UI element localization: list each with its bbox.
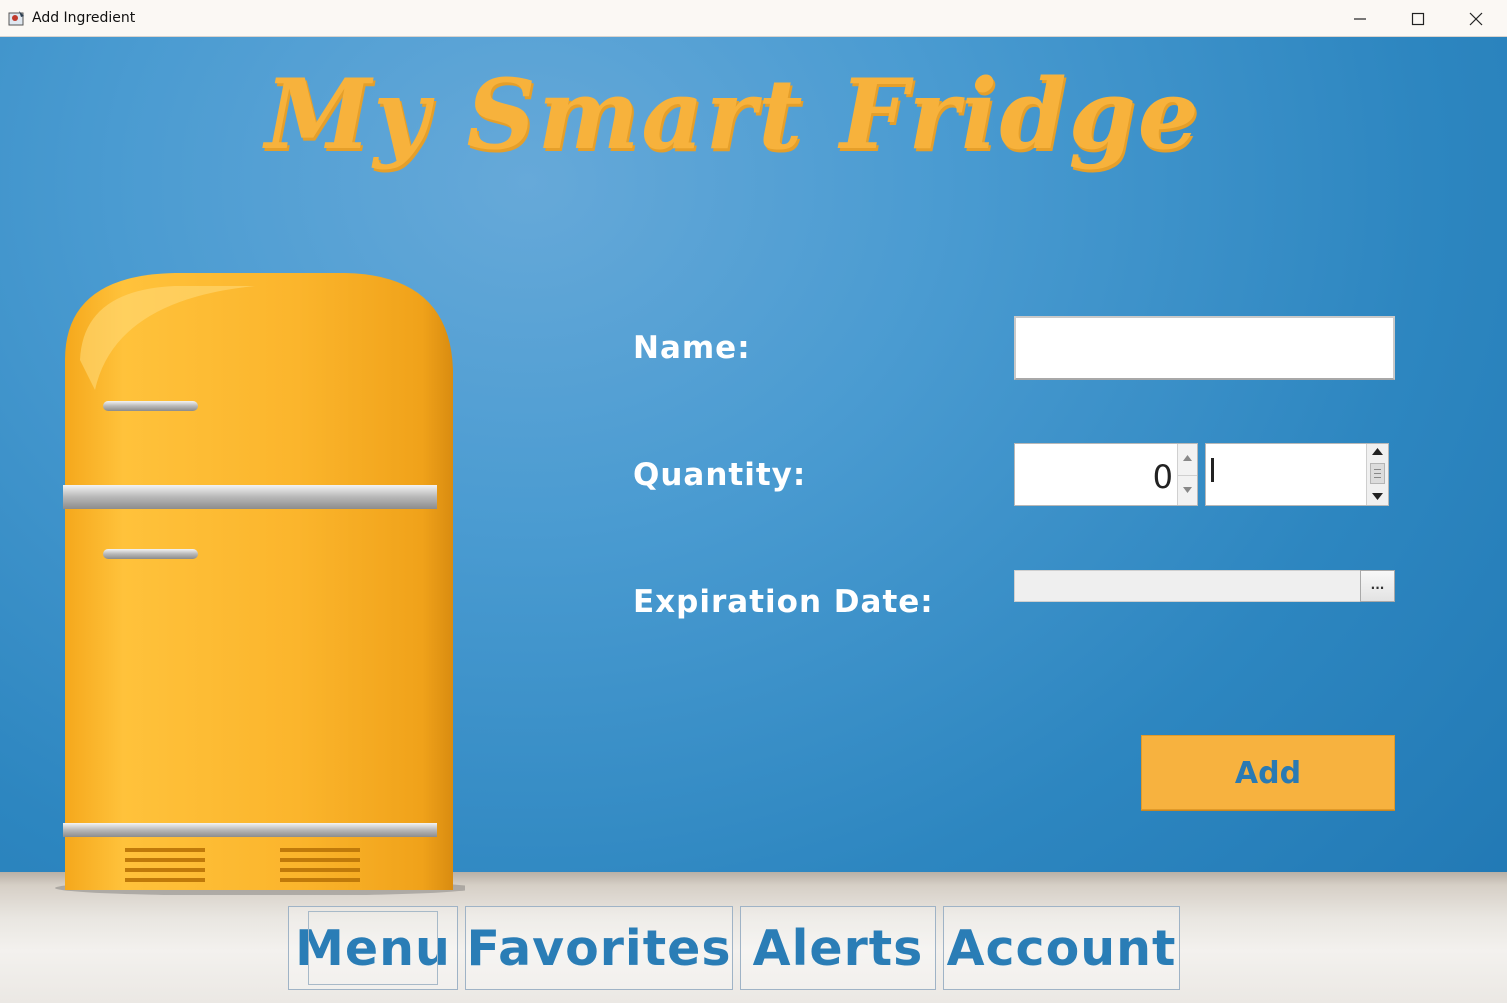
nav-favorites-button[interactable]: Favorites: [465, 906, 733, 990]
nav-account-button[interactable]: Account: [943, 906, 1180, 990]
minimize-button[interactable]: [1331, 0, 1389, 37]
focus-ring: [308, 911, 438, 985]
scroll-down-button[interactable]: [1367, 489, 1388, 505]
arrow-down-icon: [1372, 493, 1383, 500]
quantity-increment-button[interactable]: [1178, 444, 1197, 474]
close-icon: [1469, 12, 1483, 26]
app-title: My Smart Fridge: [265, 58, 1201, 171]
unit-list[interactable]: [1205, 443, 1389, 506]
expiration-date-field[interactable]: [1014, 570, 1361, 602]
window-titlebar: Add Ingredient: [0, 0, 1507, 37]
close-button[interactable]: [1447, 0, 1505, 37]
scroll-up-button[interactable]: [1367, 444, 1388, 460]
app-icon: [8, 11, 24, 26]
expiration-date-label: Expiration Date:: [633, 584, 934, 620]
arrow-up-icon: [1372, 448, 1383, 455]
nav-alerts-button[interactable]: Alerts: [740, 906, 936, 990]
name-label: Name:: [633, 330, 751, 366]
quantity-spinner[interactable]: 0: [1014, 443, 1198, 506]
nav-favorites-label: Favorites: [466, 920, 732, 977]
nav-alerts-label: Alerts: [752, 920, 924, 977]
date-picker-button[interactable]: ...: [1360, 570, 1395, 602]
name-input[interactable]: [1014, 316, 1395, 380]
quantity-decrement-button[interactable]: [1178, 475, 1197, 505]
unit-list-scrollbar[interactable]: [1366, 444, 1388, 505]
window-title: Add Ingredient: [32, 10, 136, 26]
arrow-down-icon: [1183, 487, 1192, 493]
nav-menu-button[interactable]: Menu: [288, 906, 458, 990]
quantity-label: Quantity:: [633, 457, 807, 493]
quantity-value: 0: [1152, 458, 1173, 496]
add-button[interactable]: Add: [1141, 735, 1395, 810]
fridge-illustration: [55, 273, 465, 895]
nav-account-label: Account: [946, 920, 1177, 977]
maximize-icon: [1411, 12, 1425, 26]
scroll-thumb[interactable]: [1370, 463, 1385, 484]
minimize-icon: [1354, 18, 1366, 20]
arrow-up-icon: [1183, 455, 1192, 461]
quantity-spinner-arrows: [1177, 444, 1197, 505]
text-caret: [1211, 458, 1214, 482]
maximize-button[interactable]: [1389, 0, 1447, 37]
